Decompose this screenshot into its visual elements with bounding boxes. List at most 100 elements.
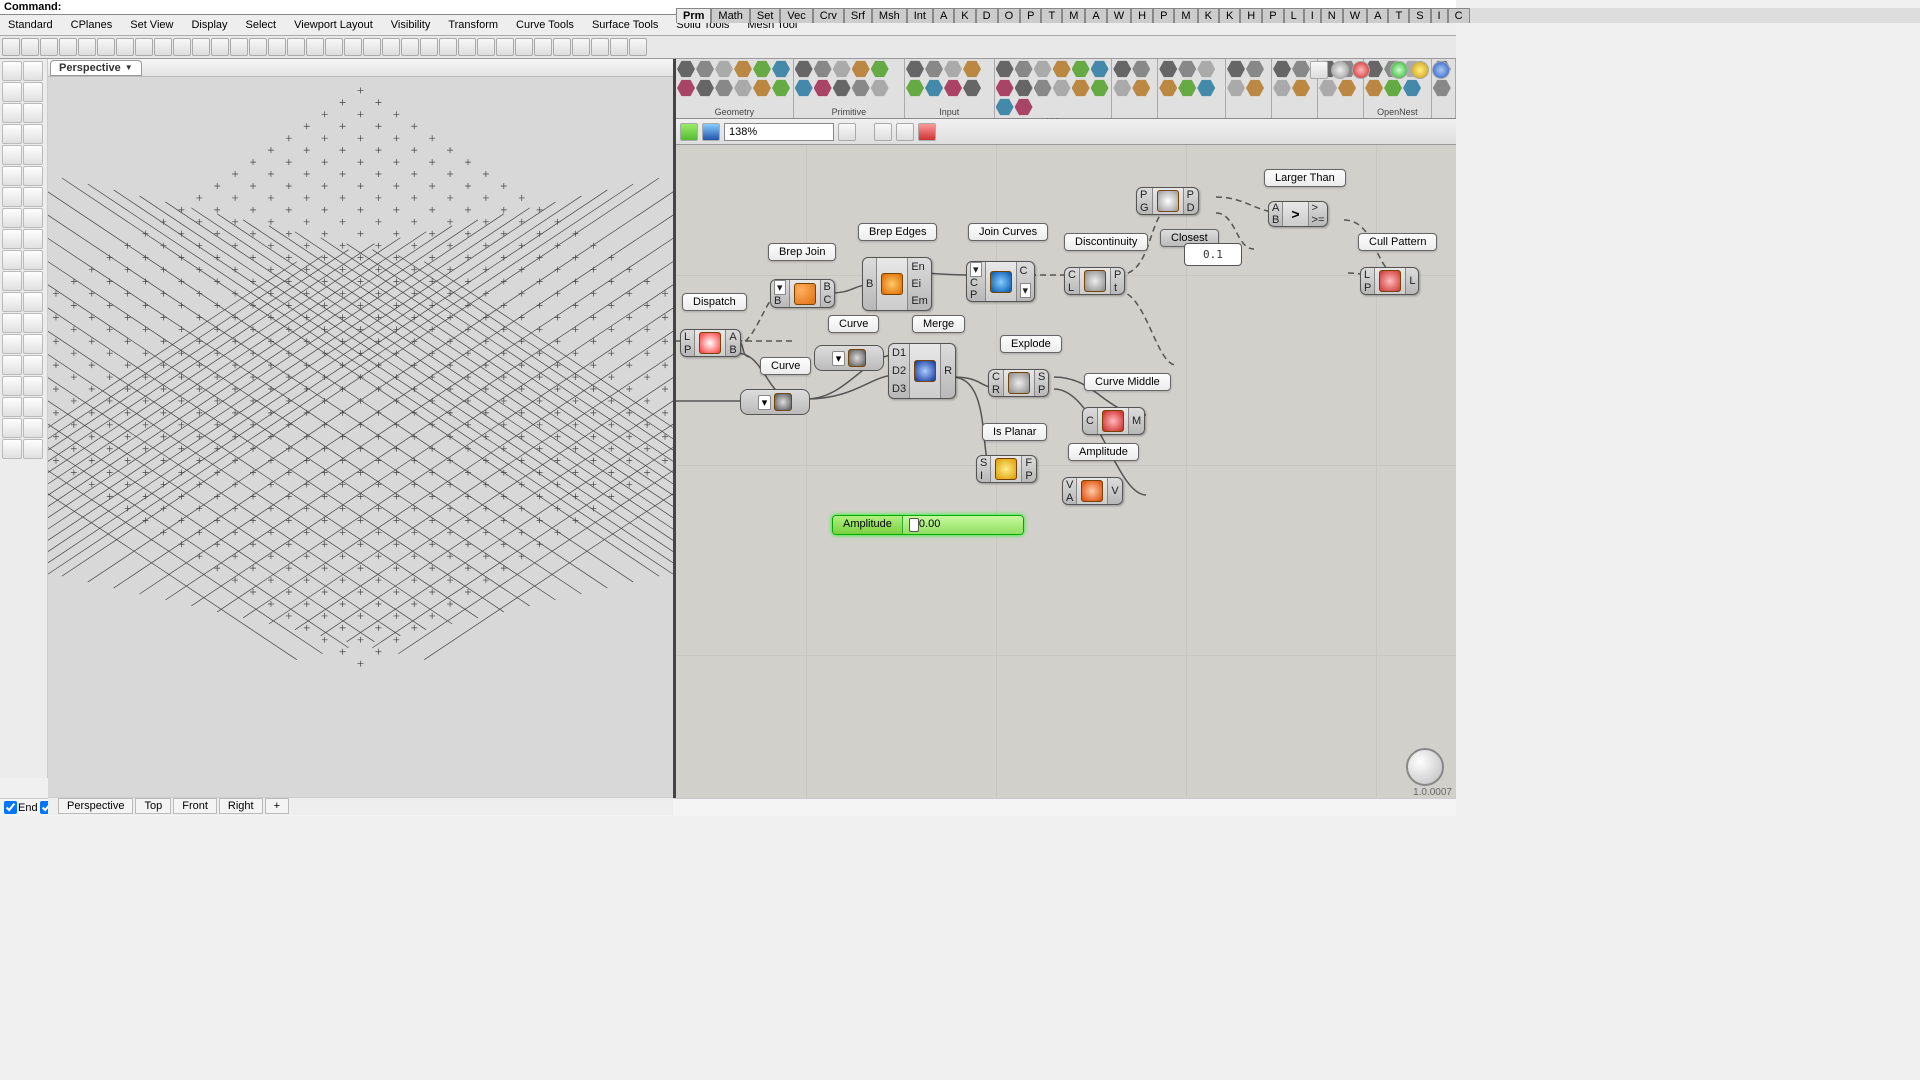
ribbon-icon[interactable]: [833, 60, 851, 78]
ghtab-6[interactable]: Msh: [872, 8, 907, 23]
toolbar-btn-19[interactable]: [363, 38, 381, 56]
sidetool-24[interactable]: [2, 313, 22, 333]
ghtab-12[interactable]: P: [1020, 8, 1041, 23]
ghtab-5[interactable]: Srf: [844, 8, 872, 23]
ribbon-icon[interactable]: [1159, 79, 1177, 97]
wireframe-icon[interactable]: [896, 123, 914, 141]
toolbar-btn-16[interactable]: [306, 38, 324, 56]
ribbon-icon[interactable]: [1132, 79, 1150, 97]
ghtab-16[interactable]: W: [1107, 8, 1131, 23]
vptab-perspective[interactable]: Perspective: [58, 798, 133, 814]
closest-node[interactable]: PGPD: [1136, 187, 1199, 215]
ball1-icon[interactable]: [1331, 61, 1349, 79]
menu-transform[interactable]: Transform: [444, 17, 502, 33]
toolbar-btn-5[interactable]: [97, 38, 115, 56]
menu-set-view[interactable]: Set View: [126, 17, 177, 33]
toolbar-btn-25[interactable]: [477, 38, 495, 56]
toolbar-btn-28[interactable]: [534, 38, 552, 56]
ghtab-27[interactable]: W: [1343, 8, 1367, 23]
sidetool-27[interactable]: [23, 334, 43, 354]
shaded-icon[interactable]: [1310, 61, 1328, 79]
ghtab-10[interactable]: D: [976, 8, 998, 23]
ghtab-21[interactable]: K: [1219, 8, 1240, 23]
sidetool-6[interactable]: [2, 124, 22, 144]
toolbar-btn-27[interactable]: [515, 38, 533, 56]
sidetool-7[interactable]: [23, 124, 43, 144]
ghtab-29[interactable]: T: [1388, 8, 1409, 23]
zoom-combo[interactable]: 138%: [724, 123, 834, 141]
ghtab-3[interactable]: Vec: [780, 8, 812, 23]
ribbon-icon[interactable]: [814, 79, 832, 97]
discontinuity-node[interactable]: CLPt: [1064, 267, 1125, 295]
menu-curve-tools[interactable]: Curve Tools: [512, 17, 578, 33]
ribbon-icon[interactable]: [944, 79, 962, 97]
vptab-right[interactable]: Right: [219, 798, 263, 814]
ribbon-icon[interactable]: [1384, 79, 1402, 97]
ribbon-icon[interactable]: [1273, 79, 1291, 97]
ribbon-icon[interactable]: [925, 60, 943, 78]
ball5-icon[interactable]: [1432, 61, 1450, 79]
toolbar-btn-7[interactable]: [135, 38, 153, 56]
ghtab-24[interactable]: L: [1284, 8, 1304, 23]
ribbon-icon[interactable]: [1292, 60, 1310, 78]
sidetool-25[interactable]: [23, 313, 43, 333]
vptab-front[interactable]: Front: [173, 798, 217, 814]
toolbar-btn-4[interactable]: [78, 38, 96, 56]
ribbon-icon[interactable]: [1053, 79, 1071, 97]
ribbon-icon[interactable]: [1178, 79, 1196, 97]
toolbar-btn-30[interactable]: [572, 38, 590, 56]
toolbar-btn-33[interactable]: [629, 38, 647, 56]
sidetool-9[interactable]: [23, 145, 43, 165]
toolbar-btn-24[interactable]: [458, 38, 476, 56]
ghtab-32[interactable]: C: [1448, 8, 1470, 23]
ribbon-icon[interactable]: [734, 79, 752, 97]
ribbon-icon[interactable]: [1091, 60, 1109, 78]
sidetool-19[interactable]: [23, 250, 43, 270]
ribbon-icon[interactable]: [753, 79, 771, 97]
vptab-top[interactable]: Top: [135, 798, 171, 814]
menu-select[interactable]: Select: [242, 17, 281, 33]
toolbar-btn-32[interactable]: [610, 38, 628, 56]
ribbon-icon[interactable]: [925, 79, 943, 97]
sidetool-11[interactable]: [23, 166, 43, 186]
ghtab-1[interactable]: Math: [711, 8, 749, 23]
ribbon-icon[interactable]: [871, 60, 889, 78]
toolbar-btn-26[interactable]: [496, 38, 514, 56]
ribbon-icon[interactable]: [1178, 60, 1196, 78]
sidetool-30[interactable]: [2, 376, 22, 396]
toolbar-btn-3[interactable]: [59, 38, 77, 56]
sidetool-32[interactable]: [2, 397, 22, 417]
ribbon-icon[interactable]: [871, 79, 889, 97]
ghtab-9[interactable]: K: [954, 8, 975, 23]
sidetool-31[interactable]: [23, 376, 43, 396]
ghtab-17[interactable]: H: [1131, 8, 1153, 23]
ghtab-26[interactable]: N: [1321, 8, 1343, 23]
ribbon-icon[interactable]: [696, 60, 714, 78]
sidetool-37[interactable]: [23, 439, 43, 459]
toolbar-btn-21[interactable]: [401, 38, 419, 56]
sidetool-18[interactable]: [2, 250, 22, 270]
sidetool-28[interactable]: [2, 355, 22, 375]
menu-surface-tools[interactable]: Surface Tools: [588, 17, 662, 33]
toolbar-btn-29[interactable]: [553, 38, 571, 56]
toolbar-btn-23[interactable]: [439, 38, 457, 56]
toolbar-btn-10[interactable]: [192, 38, 210, 56]
toolbar-btn-6[interactable]: [116, 38, 134, 56]
ghtab-23[interactable]: P: [1262, 8, 1283, 23]
menu-visibility[interactable]: Visibility: [387, 17, 435, 33]
chevron-down-icon[interactable]: ▼: [125, 63, 133, 72]
perspective-viewport[interactable]: [48, 77, 673, 797]
ribbon-icon[interactable]: [906, 79, 924, 97]
toolbar-btn-14[interactable]: [268, 38, 286, 56]
sidetool-17[interactable]: [23, 229, 43, 249]
ribbon-icon[interactable]: [772, 60, 790, 78]
ball2-icon[interactable]: [1352, 61, 1370, 79]
menu-standard[interactable]: Standard: [4, 17, 57, 33]
ribbon-icon[interactable]: [1319, 79, 1337, 97]
toolbar-btn-9[interactable]: [173, 38, 191, 56]
larger-node[interactable]: AB>>>=: [1268, 201, 1328, 227]
toolbar-btn-20[interactable]: [382, 38, 400, 56]
menu-display[interactable]: Display: [187, 17, 231, 33]
ghtab-18[interactable]: P: [1153, 8, 1174, 23]
curve-param-1[interactable]: ▾: [740, 389, 810, 415]
